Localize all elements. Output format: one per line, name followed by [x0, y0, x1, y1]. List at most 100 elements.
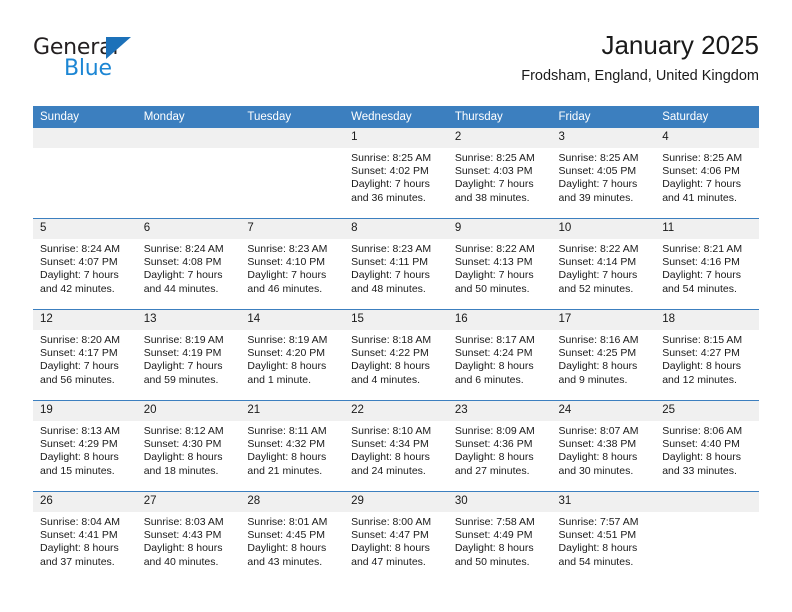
calendar-day-cell[interactable]: 24 Sunrise: 8:07 AM Sunset: 4:38 PM Dayligh…: [551, 400, 656, 492]
sunset-text: Sunset: 4:14 PM: [558, 256, 637, 269]
calendar-day-cell[interactable]: 19 Sunrise: 8:13 AM Sunset: 4:29 PM Dayligh…: [33, 400, 137, 492]
day-number: 29: [344, 492, 448, 512]
calendar-day-cell[interactable]: 20 Sunrise: 8:12 AM Sunset: 4:30 PM Dayligh…: [136, 400, 241, 492]
weekday-header-tuesday: Tuesday: [240, 106, 345, 128]
day-number: 27: [136, 492, 241, 512]
day-details: Sunrise: 8:23 AM Sunset: 4:11 PM Daylight:…: [344, 239, 448, 296]
calendar-day-cell[interactable]: 26 Sunrise: 8:04 AM Sunset: 4:41 PM Dayligh…: [33, 491, 137, 582]
day-details: Sunrise: 8:09 AM Sunset: 4:36 PM Daylight:…: [448, 421, 552, 478]
calendar-day-cell[interactable]: 13 Sunrise: 8:19 AM Sunset: 4:19 PM Dayligh…: [136, 309, 241, 401]
daylight-text: Daylight: 8 hours and 27 minutes.: [454, 451, 534, 477]
calendar-day-cell-empty: [240, 128, 345, 219]
day-number: 13: [136, 310, 241, 330]
day-details: Sunrise: 8:20 AM Sunset: 4:17 PM Daylight:…: [33, 330, 137, 387]
sunset-text: Sunset: 4:07 PM: [40, 256, 118, 269]
calendar-day-cell[interactable]: 6 Sunrise: 8:24 AM Sunset: 4:08 PM Daylight…: [136, 218, 241, 310]
sunset-text: Sunset: 4:49 PM: [454, 529, 533, 542]
daylight-text: Daylight: 7 hours and 56 minutes.: [40, 360, 119, 386]
calendar-day-cell[interactable]: 1 Sunrise: 8:25 AM Sunset: 4:02 PM Daylight…: [344, 128, 448, 219]
calendar-day-cell[interactable]: 29 Sunrise: 8:00 AM Sunset: 4:47 PM Dayligh…: [344, 491, 448, 582]
day-number: 10: [551, 219, 656, 239]
calendar-day-cell[interactable]: 25 Sunrise: 8:06 AM Sunset: 4:40 PM Dayligh…: [655, 400, 759, 492]
calendar-day-cell[interactable]: 11 Sunrise: 8:21 AM Sunset: 4:16 PM Dayligh…: [655, 218, 759, 310]
sunset-text: Sunset: 4:24 PM: [454, 347, 533, 360]
page-subtitle: Frodsham, England, United Kingdom: [521, 68, 759, 84]
daylight-text: Daylight: 8 hours and 54 minutes.: [558, 542, 638, 568]
generalblue-logo[interactable]: General Blue: [33, 36, 233, 92]
calendar-day-cell[interactable]: 8 Sunrise: 8:23 AM Sunset: 4:11 PM Daylight…: [344, 218, 448, 310]
sunset-text: Sunset: 4:17 PM: [40, 347, 118, 360]
calendar-day-cell[interactable]: 12 Sunrise: 8:20 AM Sunset: 4:17 PM Dayligh…: [33, 309, 137, 401]
day-number: [136, 128, 241, 148]
daylight-text: Daylight: 7 hours and 46 minutes.: [247, 269, 327, 295]
daylight-text: Daylight: 7 hours and 59 minutes.: [143, 360, 223, 386]
sunrise-text: Sunrise: 8:25 AM: [662, 152, 743, 164]
sunset-text: Sunset: 4:41 PM: [40, 529, 118, 542]
sunset-text: Sunset: 4:38 PM: [558, 438, 637, 451]
day-number: 21: [240, 401, 345, 421]
day-details: Sunrise: 8:16 AM Sunset: 4:25 PM Daylight:…: [552, 330, 656, 387]
day-details: Sunrise: 8:01 AM Sunset: 4:45 PM Daylight:…: [240, 512, 344, 569]
calendar-day-cell[interactable]: 15 Sunrise: 8:18 AM Sunset: 4:22 PM Dayligh…: [344, 309, 448, 401]
sunrise-text: Sunrise: 8:01 AM: [247, 516, 328, 528]
day-number: 1: [344, 128, 448, 148]
daylight-text: Daylight: 8 hours and 18 minutes.: [143, 451, 223, 477]
day-number: 14: [240, 310, 345, 330]
calendar-day-cell[interactable]: 5 Sunrise: 8:24 AM Sunset: 4:07 PM Daylight…: [33, 218, 137, 310]
daylight-text: Daylight: 7 hours and 38 minutes.: [454, 178, 534, 204]
sunset-text: Sunset: 4:22 PM: [351, 347, 429, 360]
calendar-day-cell[interactable]: 9 Sunrise: 8:22 AM Sunset: 4:13 PM Daylight…: [447, 218, 552, 310]
weekday-header-saturday: Saturday: [655, 106, 759, 128]
calendar-day-cell[interactable]: 4 Sunrise: 8:25 AM Sunset: 4:06 PM Daylight…: [655, 128, 759, 219]
calendar-day-cell[interactable]: 2 Sunrise: 8:25 AM Sunset: 4:03 PM Daylight…: [447, 128, 552, 219]
daylight-text: Daylight: 7 hours and 44 minutes.: [143, 269, 223, 295]
day-details: Sunrise: 8:19 AM Sunset: 4:20 PM Daylight:…: [240, 330, 344, 387]
calendar-day-cell[interactable]: 7 Sunrise: 8:23 AM Sunset: 4:10 PM Daylight…: [240, 218, 345, 310]
day-details: Sunrise: 8:22 AM Sunset: 4:14 PM Daylight:…: [552, 239, 656, 296]
day-number: [33, 128, 137, 148]
calendar-day-cell[interactable]: 27 Sunrise: 8:03 AM Sunset: 4:43 PM Dayligh…: [136, 491, 241, 582]
calendar-day-cell[interactable]: 23 Sunrise: 8:09 AM Sunset: 4:36 PM Dayligh…: [447, 400, 552, 492]
weekday-header-wednesday: Wednesday: [344, 106, 448, 128]
calendar-day-cell[interactable]: 3 Sunrise: 8:25 AM Sunset: 4:05 PM Daylight…: [551, 128, 656, 219]
calendar-day-cell[interactable]: 10 Sunrise: 8:22 AM Sunset: 4:14 PM Dayligh…: [551, 218, 656, 310]
calendar-day-cell[interactable]: 21 Sunrise: 8:11 AM Sunset: 4:32 PM Dayligh…: [240, 400, 345, 492]
day-details: Sunrise: 8:24 AM Sunset: 4:07 PM Daylight:…: [33, 239, 137, 296]
day-details: Sunrise: 8:10 AM Sunset: 4:34 PM Daylight:…: [344, 421, 448, 478]
day-number: 3: [551, 128, 656, 148]
calendar-day-cell[interactable]: 28 Sunrise: 8:01 AM Sunset: 4:45 PM Dayligh…: [240, 491, 345, 582]
day-details: Sunrise: 8:21 AM Sunset: 4:16 PM Daylight:…: [655, 239, 759, 296]
daylight-text: Daylight: 8 hours and 9 minutes.: [558, 360, 638, 386]
calendar-day-cell[interactable]: 16 Sunrise: 8:17 AM Sunset: 4:24 PM Dayligh…: [447, 309, 552, 401]
weekday-header-sunday: Sunday: [33, 106, 137, 128]
calendar-page: General Blue January 2025 Frodsham, Engl…: [0, 0, 792, 612]
calendar-day-cell[interactable]: 31 Sunrise: 7:57 AM Sunset: 4:51 PM Dayligh…: [551, 491, 656, 582]
day-number: 19: [33, 401, 137, 421]
sunset-text: Sunset: 4:29 PM: [40, 438, 118, 451]
sunrise-text: Sunrise: 8:23 AM: [247, 243, 328, 255]
day-number: 22: [344, 401, 448, 421]
calendar-day-cell[interactable]: 18 Sunrise: 8:15 AM Sunset: 4:27 PM Dayligh…: [655, 309, 759, 401]
day-details: Sunrise: 8:25 AM Sunset: 4:05 PM Daylight:…: [552, 148, 656, 205]
day-details: Sunrise: 8:17 AM Sunset: 4:24 PM Daylight:…: [448, 330, 552, 387]
day-number: 23: [447, 401, 552, 421]
sunrise-text: Sunrise: 8:20 AM: [40, 334, 120, 346]
sunrise-text: Sunrise: 8:06 AM: [662, 425, 743, 437]
calendar-header-row: Sunday Monday Tuesday Wednesday Thursday…: [33, 106, 759, 128]
calendar-day-cell[interactable]: 14 Sunrise: 8:19 AM Sunset: 4:20 PM Dayligh…: [240, 309, 345, 401]
sunrise-text: Sunrise: 8:04 AM: [40, 516, 120, 528]
calendar-day-cell[interactable]: 22 Sunrise: 8:10 AM Sunset: 4:34 PM Dayligh…: [344, 400, 448, 492]
day-details: Sunrise: 8:22 AM Sunset: 4:13 PM Daylight:…: [448, 239, 552, 296]
daylight-text: Daylight: 8 hours and 43 minutes.: [247, 542, 327, 568]
calendar-week-row: 12 Sunrise: 8:20 AM Sunset: 4:17 PM Dayligh…: [33, 309, 759, 401]
sunset-text: Sunset: 4:32 PM: [247, 438, 326, 451]
day-number: 28: [240, 492, 345, 512]
day-details: Sunrise: 8:13 AM Sunset: 4:29 PM Daylight:…: [33, 421, 137, 478]
calendar-day-cell[interactable]: 17 Sunrise: 8:16 AM Sunset: 4:25 PM Dayligh…: [551, 309, 656, 401]
day-number: 6: [136, 219, 241, 239]
logo-text-blue: Blue: [64, 56, 112, 81]
day-number: 24: [551, 401, 656, 421]
calendar-day-cell[interactable]: 30 Sunrise: 7:58 AM Sunset: 4:49 PM Dayligh…: [447, 491, 552, 582]
sunset-text: Sunset: 4:02 PM: [351, 165, 429, 178]
day-number: 20: [136, 401, 241, 421]
